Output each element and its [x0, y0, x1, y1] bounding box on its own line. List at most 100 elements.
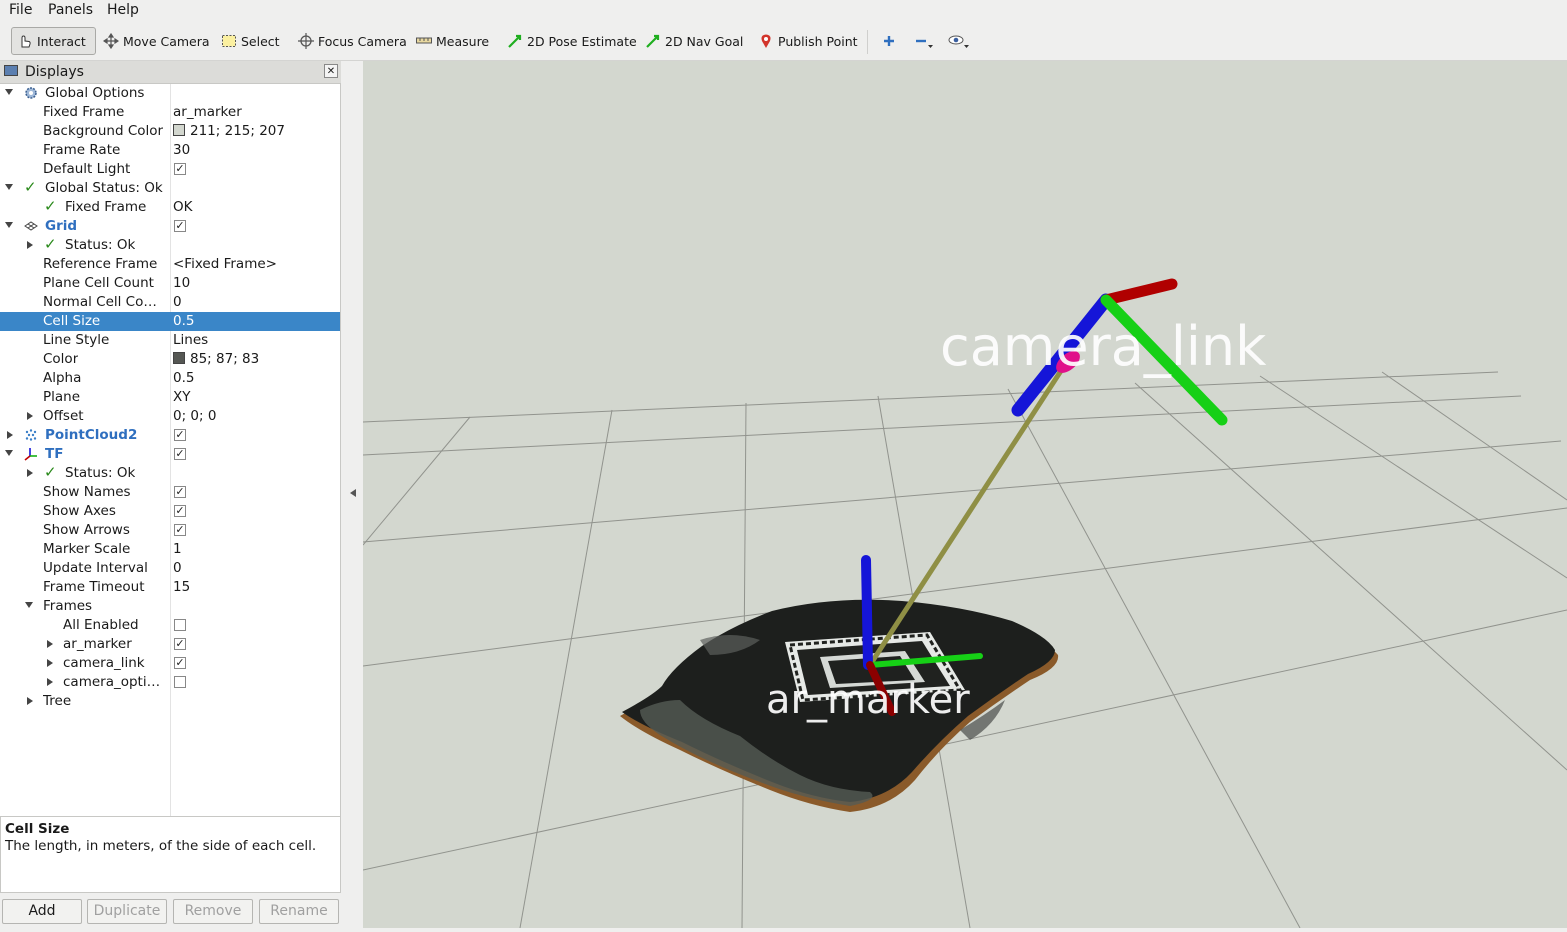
tree-row-ar-marker[interactable]: ar_marker ✓: [0, 635, 340, 654]
tree-row-camera-optical[interactable]: camera_opti…: [0, 673, 340, 692]
expand-arrow-icon[interactable]: [27, 697, 33, 705]
tree-row-show-names[interactable]: Show Names ✓: [0, 483, 340, 502]
row-value[interactable]: ar_marker: [173, 104, 242, 120]
tree-row-frame-timeout[interactable]: Frame Timeout 15: [0, 578, 340, 597]
panel-splitter[interactable]: [345, 61, 362, 932]
expand-arrow-icon[interactable]: [5, 450, 13, 456]
expand-arrow-icon[interactable]: [27, 412, 33, 420]
row-value[interactable]: 1: [173, 541, 182, 557]
tree-row-update-interval[interactable]: Update Interval 0: [0, 559, 340, 578]
pointcloud2-checkbox[interactable]: ✓: [174, 429, 186, 441]
tree-row-camera-link[interactable]: camera_link ✓: [0, 654, 340, 673]
row-value[interactable]: 0: [173, 294, 182, 310]
tree-row-fixed-frame[interactable]: Fixed Frame ar_marker: [0, 103, 340, 122]
tree-row-global-status[interactable]: ✓ Global Status: Ok: [0, 178, 340, 198]
tree-row-background-color[interactable]: Background Color 211; 215; 207: [0, 122, 340, 141]
monitor-icon: [4, 65, 18, 76]
tree-row-show-axes[interactable]: Show Axes ✓: [0, 502, 340, 521]
expand-arrow-icon[interactable]: [27, 469, 33, 477]
tree-row-offset[interactable]: Offset 0; 0; 0: [0, 407, 340, 426]
tree-row-all-enabled[interactable]: All Enabled: [0, 616, 340, 635]
remove-display-button[interactable]: Remove: [173, 899, 253, 924]
row-value-color[interactable]: 85; 87; 83: [173, 351, 259, 367]
tree-row-tf[interactable]: TF ✓: [0, 445, 340, 464]
row-value[interactable]: 0.5: [173, 313, 194, 329]
expand-arrow-icon[interactable]: [5, 222, 13, 228]
add-tool-button[interactable]: [876, 27, 900, 55]
duplicate-display-button[interactable]: Duplicate: [87, 899, 167, 924]
close-panel-icon[interactable]: ✕: [324, 64, 338, 78]
row-name: Color: [43, 351, 79, 367]
tree-row-show-arrows[interactable]: Show Arrows ✓: [0, 521, 340, 540]
tf-checkbox[interactable]: ✓: [174, 448, 186, 460]
row-value[interactable]: 0; 0; 0: [173, 408, 216, 424]
tree-row-color[interactable]: Color 85; 87; 83: [0, 350, 340, 369]
menu-help[interactable]: Help: [107, 2, 139, 18]
grid-checkbox[interactable]: ✓: [174, 220, 186, 232]
tree-row-plane-cell-count[interactable]: Plane Cell Count 10: [0, 274, 340, 293]
tree-row-grid[interactable]: Grid ✓: [0, 217, 340, 236]
row-name: Status: Ok: [65, 237, 136, 253]
row-value[interactable]: Lines: [173, 332, 208, 348]
row-value[interactable]: <Fixed Frame>: [173, 256, 277, 272]
row-value[interactable]: 0.5: [173, 370, 194, 386]
move-camera-tool-button[interactable]: Move Camera: [98, 27, 215, 55]
tree-row-frames[interactable]: Frames: [0, 597, 340, 616]
collapse-arrow-icon[interactable]: [350, 489, 356, 497]
tree-row-marker-scale[interactable]: Marker Scale 1: [0, 540, 340, 559]
tree-row-pointcloud2[interactable]: PointCloud2 ✓: [0, 426, 340, 445]
tree-row-grid-status[interactable]: ✓ Status: Ok: [0, 235, 340, 255]
expand-arrow-icon[interactable]: [5, 89, 13, 95]
row-value[interactable]: 30: [173, 142, 190, 158]
tree-row-fixed-frame-status[interactable]: ✓ Fixed Frame OK: [0, 197, 340, 217]
expand-arrow-icon[interactable]: [47, 659, 53, 667]
row-value-color[interactable]: 211; 215; 207: [173, 123, 285, 139]
all-enabled-checkbox[interactable]: [174, 619, 186, 631]
tree-row-plane[interactable]: Plane XY: [0, 388, 340, 407]
interact-tool-button[interactable]: Interact: [11, 27, 96, 55]
tree-row-frame-rate[interactable]: Frame Rate 30: [0, 141, 340, 160]
camera-optical-checkbox[interactable]: [174, 676, 186, 688]
expand-arrow-icon[interactable]: [25, 602, 33, 608]
expand-arrow-icon[interactable]: [47, 640, 53, 648]
tree-row-tree[interactable]: Tree: [0, 692, 340, 711]
row-value[interactable]: 15: [173, 579, 190, 595]
row-name: Normal Cell Co…: [43, 294, 157, 310]
show-axes-checkbox[interactable]: ✓: [174, 505, 186, 517]
render-viewport[interactable]: camera_link ar_marker: [363, 61, 1567, 928]
tree-row-default-light[interactable]: Default Light ✓: [0, 160, 340, 179]
show-arrows-checkbox[interactable]: ✓: [174, 524, 186, 536]
tree-row-reference-frame[interactable]: Reference Frame <Fixed Frame>: [0, 255, 340, 274]
show-names-checkbox[interactable]: ✓: [174, 486, 186, 498]
menu-panels[interactable]: Panels: [48, 2, 93, 18]
select-tool-button[interactable]: Select: [216, 27, 285, 55]
expand-arrow-icon[interactable]: [5, 184, 13, 190]
expand-arrow-icon[interactable]: [27, 241, 33, 249]
expand-arrow-icon[interactable]: [47, 678, 53, 686]
row-value[interactable]: 10: [173, 275, 190, 291]
default-light-checkbox[interactable]: ✓: [174, 163, 186, 175]
add-display-button[interactable]: Add: [2, 899, 82, 924]
tree-row-normal-cell-count[interactable]: Normal Cell Co… 0: [0, 293, 340, 312]
measure-tool-button[interactable]: Measure: [411, 27, 494, 55]
2d-pose-estimate-tool-button[interactable]: 2D Pose Estimate: [502, 27, 642, 55]
row-value[interactable]: 0: [173, 560, 182, 576]
tree-row-alpha[interactable]: Alpha 0.5: [0, 369, 340, 388]
publish-point-tool-button[interactable]: Publish Point: [753, 27, 863, 55]
tree-row-line-style[interactable]: Line Style Lines: [0, 331, 340, 350]
grid-icon: [24, 219, 38, 233]
camera-link-checkbox[interactable]: ✓: [174, 657, 186, 669]
expand-arrow-icon[interactable]: [7, 431, 13, 439]
tree-row-tf-status[interactable]: ✓ Status: Ok: [0, 463, 340, 483]
focus-camera-tool-button[interactable]: Focus Camera: [293, 27, 412, 55]
menu-file[interactable]: File: [9, 2, 32, 18]
tree-row-cell-size[interactable]: Cell Size 0.5: [0, 312, 340, 331]
tree-row-global-options[interactable]: Global Options: [0, 84, 340, 103]
view-options-button[interactable]: [943, 27, 973, 55]
row-value[interactable]: XY: [173, 389, 191, 405]
2d-nav-goal-tool-button[interactable]: 2D Nav Goal: [640, 27, 748, 55]
rename-display-button[interactable]: Rename: [259, 899, 339, 924]
ar-marker-checkbox[interactable]: ✓: [174, 638, 186, 650]
displays-tree[interactable]: Global Options Fixed Frame ar_marker Bac…: [0, 84, 341, 871]
remove-tool-button[interactable]: [909, 27, 939, 55]
